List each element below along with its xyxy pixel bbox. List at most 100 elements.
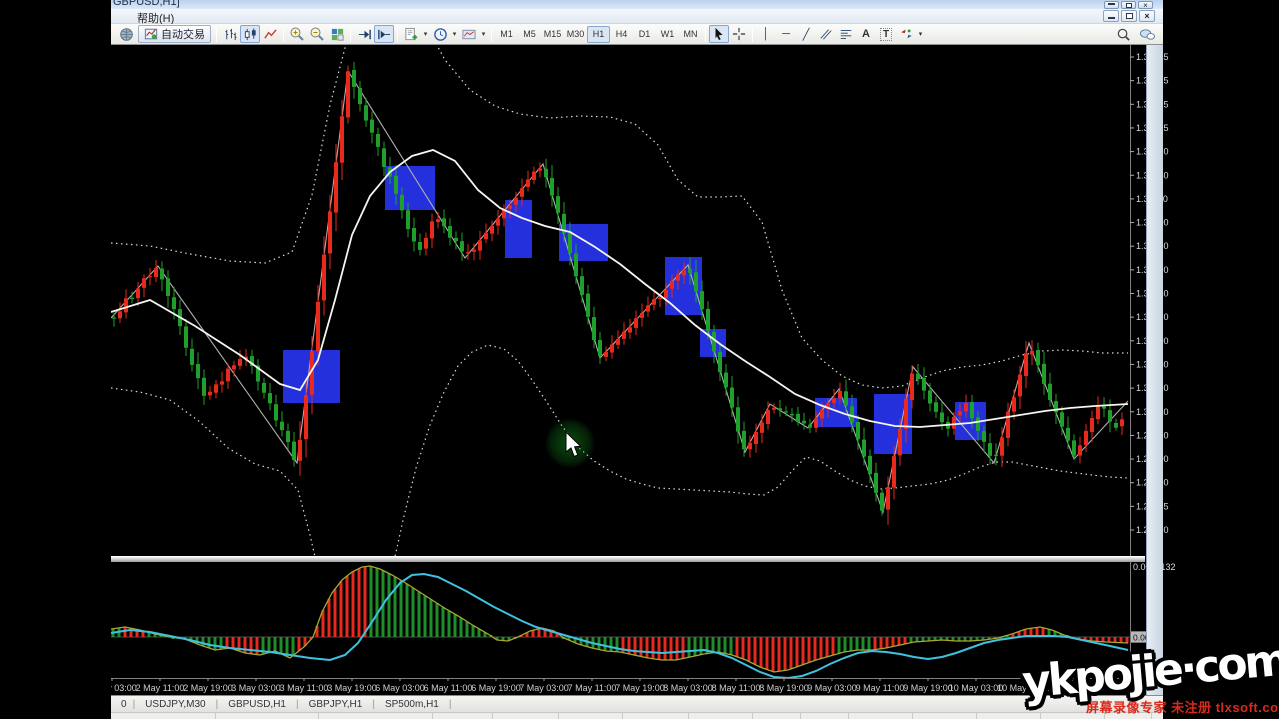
- vertical-line-tool-button[interactable]: │: [756, 25, 776, 43]
- community-button[interactable]: [1137, 25, 1157, 43]
- toolbar-separator: [397, 27, 398, 42]
- svg-text:10 May 03:00: 10 May 03:00: [949, 683, 1004, 693]
- autotrade-button[interactable]: 自动交易: [138, 25, 211, 43]
- connection-status-icon[interactable]: [116, 25, 136, 43]
- status-cell-divider: [848, 713, 849, 719]
- signal-box: [559, 224, 608, 261]
- auto-scroll-button[interactable]: [354, 25, 374, 43]
- upper-band-line: [111, 14, 1128, 388]
- signal-box: [283, 350, 340, 403]
- svg-text:3 May 03:00: 3 May 03:00: [231, 683, 281, 693]
- crosshair-tool-button[interactable]: [729, 25, 749, 43]
- moving-average-line: [111, 150, 1128, 427]
- text-tool-icon: A: [862, 28, 870, 40]
- new-order-icon: [404, 27, 419, 42]
- template-button[interactable]: [459, 25, 479, 43]
- screen: GBPUSD,H1] × 帮助(H) × 自动交易: [0, 0, 1279, 719]
- status-cell-divider: [492, 713, 493, 719]
- signal-box: [955, 402, 986, 440]
- period-dropdown-icon[interactable]: ▾: [450, 30, 459, 38]
- zoom-out-button[interactable]: [307, 25, 327, 43]
- toolbar: 自动交易 ▾ ▾ ▾ M1M5M15M30H1H4D1W1MN: [111, 24, 1163, 45]
- chart-tab[interactable]: USDJPY,M30: [135, 699, 215, 710]
- toolbar-separator: [752, 27, 753, 42]
- chart-tab[interactable]: GBPUSD,H1: [218, 699, 296, 710]
- timeframe-M30[interactable]: M30: [564, 26, 587, 43]
- minimize-icon: [1108, 3, 1115, 5]
- search-button[interactable]: [1113, 25, 1133, 43]
- chart-tab[interactable]: GBPJPY,H1: [299, 699, 373, 710]
- channel-tool-button[interactable]: [816, 25, 836, 43]
- chart-tab-overflow[interactable]: 0: [115, 699, 133, 710]
- bar-chart-button[interactable]: [220, 25, 240, 43]
- candlestick-chart-button[interactable]: [240, 25, 260, 43]
- window-titlebar[interactable]: GBPUSD,H1] ×: [111, 0, 1163, 9]
- macd-indicator-pane: [111, 566, 1130, 678]
- status-cell-divider: [800, 713, 801, 719]
- toolbar-separator: [350, 27, 351, 42]
- chart-window-controls: ×: [1103, 10, 1155, 22]
- signal-box: [815, 398, 857, 427]
- svg-text:2 May 11:00: 2 May 11:00: [136, 683, 185, 693]
- status-cell-divider: [976, 713, 977, 719]
- chat-bubbles-icon: [1139, 27, 1156, 42]
- timeframe-MN[interactable]: MN: [679, 26, 702, 43]
- toolbar-separator: [283, 27, 284, 42]
- status-bar: [111, 712, 1163, 719]
- chart-template-icon: [461, 27, 477, 42]
- timeframe-W1[interactable]: W1: [656, 26, 679, 43]
- chart-canvas[interactable]: 1.318351.317151.315951.314751.313601.312…: [0, 0, 1279, 719]
- timeframe-D1[interactable]: D1: [633, 26, 656, 43]
- status-cell-divider: [558, 713, 559, 719]
- close-button[interactable]: ×: [1138, 1, 1153, 9]
- status-cell-divider: [912, 713, 913, 719]
- main-price-pane: [111, 14, 1128, 570]
- signal-box: [505, 200, 532, 258]
- timeframe-H1[interactable]: H1: [587, 26, 610, 43]
- toolbar-separator: [216, 27, 217, 42]
- pane-separator[interactable]: [111, 556, 1145, 562]
- svg-text:9 May 11:00: 9 May 11:00: [856, 683, 905, 693]
- toolbar-separator: [491, 27, 492, 42]
- zoom-in-icon: [289, 26, 305, 42]
- restore-button[interactable]: [1121, 1, 1136, 9]
- chart-shift-button[interactable]: [374, 25, 394, 43]
- chart-tab[interactable]: SP500m,H1: [375, 699, 449, 710]
- line-chart-button[interactable]: [260, 25, 280, 43]
- tile-windows-button[interactable]: [327, 25, 347, 43]
- period-clock-button[interactable]: [430, 25, 450, 43]
- chart-close-button[interactable]: ×: [1139, 10, 1155, 22]
- text-label-tool-button[interactable]: T: [876, 25, 896, 43]
- svg-text:6 May 19:00: 6 May 19:00: [471, 683, 521, 693]
- auto-scroll-icon: [357, 27, 372, 42]
- autotrade-icon: [144, 27, 158, 41]
- text-tool-button[interactable]: A: [856, 25, 876, 43]
- arrows-tool-button[interactable]: [896, 25, 916, 43]
- axes: 1.318351.317151.315951.314751.313601.312…: [87, 45, 1175, 693]
- arrows-dropdown-icon[interactable]: ▾: [916, 30, 925, 38]
- timeframe-H4[interactable]: H4: [610, 26, 633, 43]
- timeframe-group: M1M5M15M30H1H4D1W1MN: [495, 26, 702, 43]
- svg-text:7 May 03:00: 7 May 03:00: [519, 683, 569, 693]
- minimize-button[interactable]: [1104, 1, 1119, 9]
- zoom-in-button[interactable]: [287, 25, 307, 43]
- autotrade-label: 自动交易: [161, 26, 205, 42]
- chart-restore-button[interactable]: [1121, 10, 1137, 22]
- minimize-icon: [1108, 17, 1115, 19]
- trendline-tool-button[interactable]: ╱: [796, 25, 816, 43]
- tile-windows-icon: [330, 27, 345, 42]
- fibonacci-tool-button[interactable]: [836, 25, 856, 43]
- chart-minimize-button[interactable]: [1103, 10, 1119, 22]
- new-order-button[interactable]: [401, 25, 421, 43]
- timeframe-M5[interactable]: M5: [518, 26, 541, 43]
- timeframe-M15[interactable]: M15: [541, 26, 564, 43]
- clock-icon: [433, 27, 448, 42]
- timeframe-M1[interactable]: M1: [495, 26, 518, 43]
- bar-chart-icon: [223, 27, 238, 42]
- horizontal-line-tool-button[interactable]: ─: [776, 25, 796, 43]
- new-order-dropdown-icon[interactable]: ▾: [421, 30, 430, 38]
- cursor-tool-button[interactable]: [709, 25, 729, 43]
- tab-divider: |: [449, 699, 452, 710]
- template-dropdown-icon[interactable]: ▾: [479, 30, 488, 38]
- signal-box: [385, 166, 435, 210]
